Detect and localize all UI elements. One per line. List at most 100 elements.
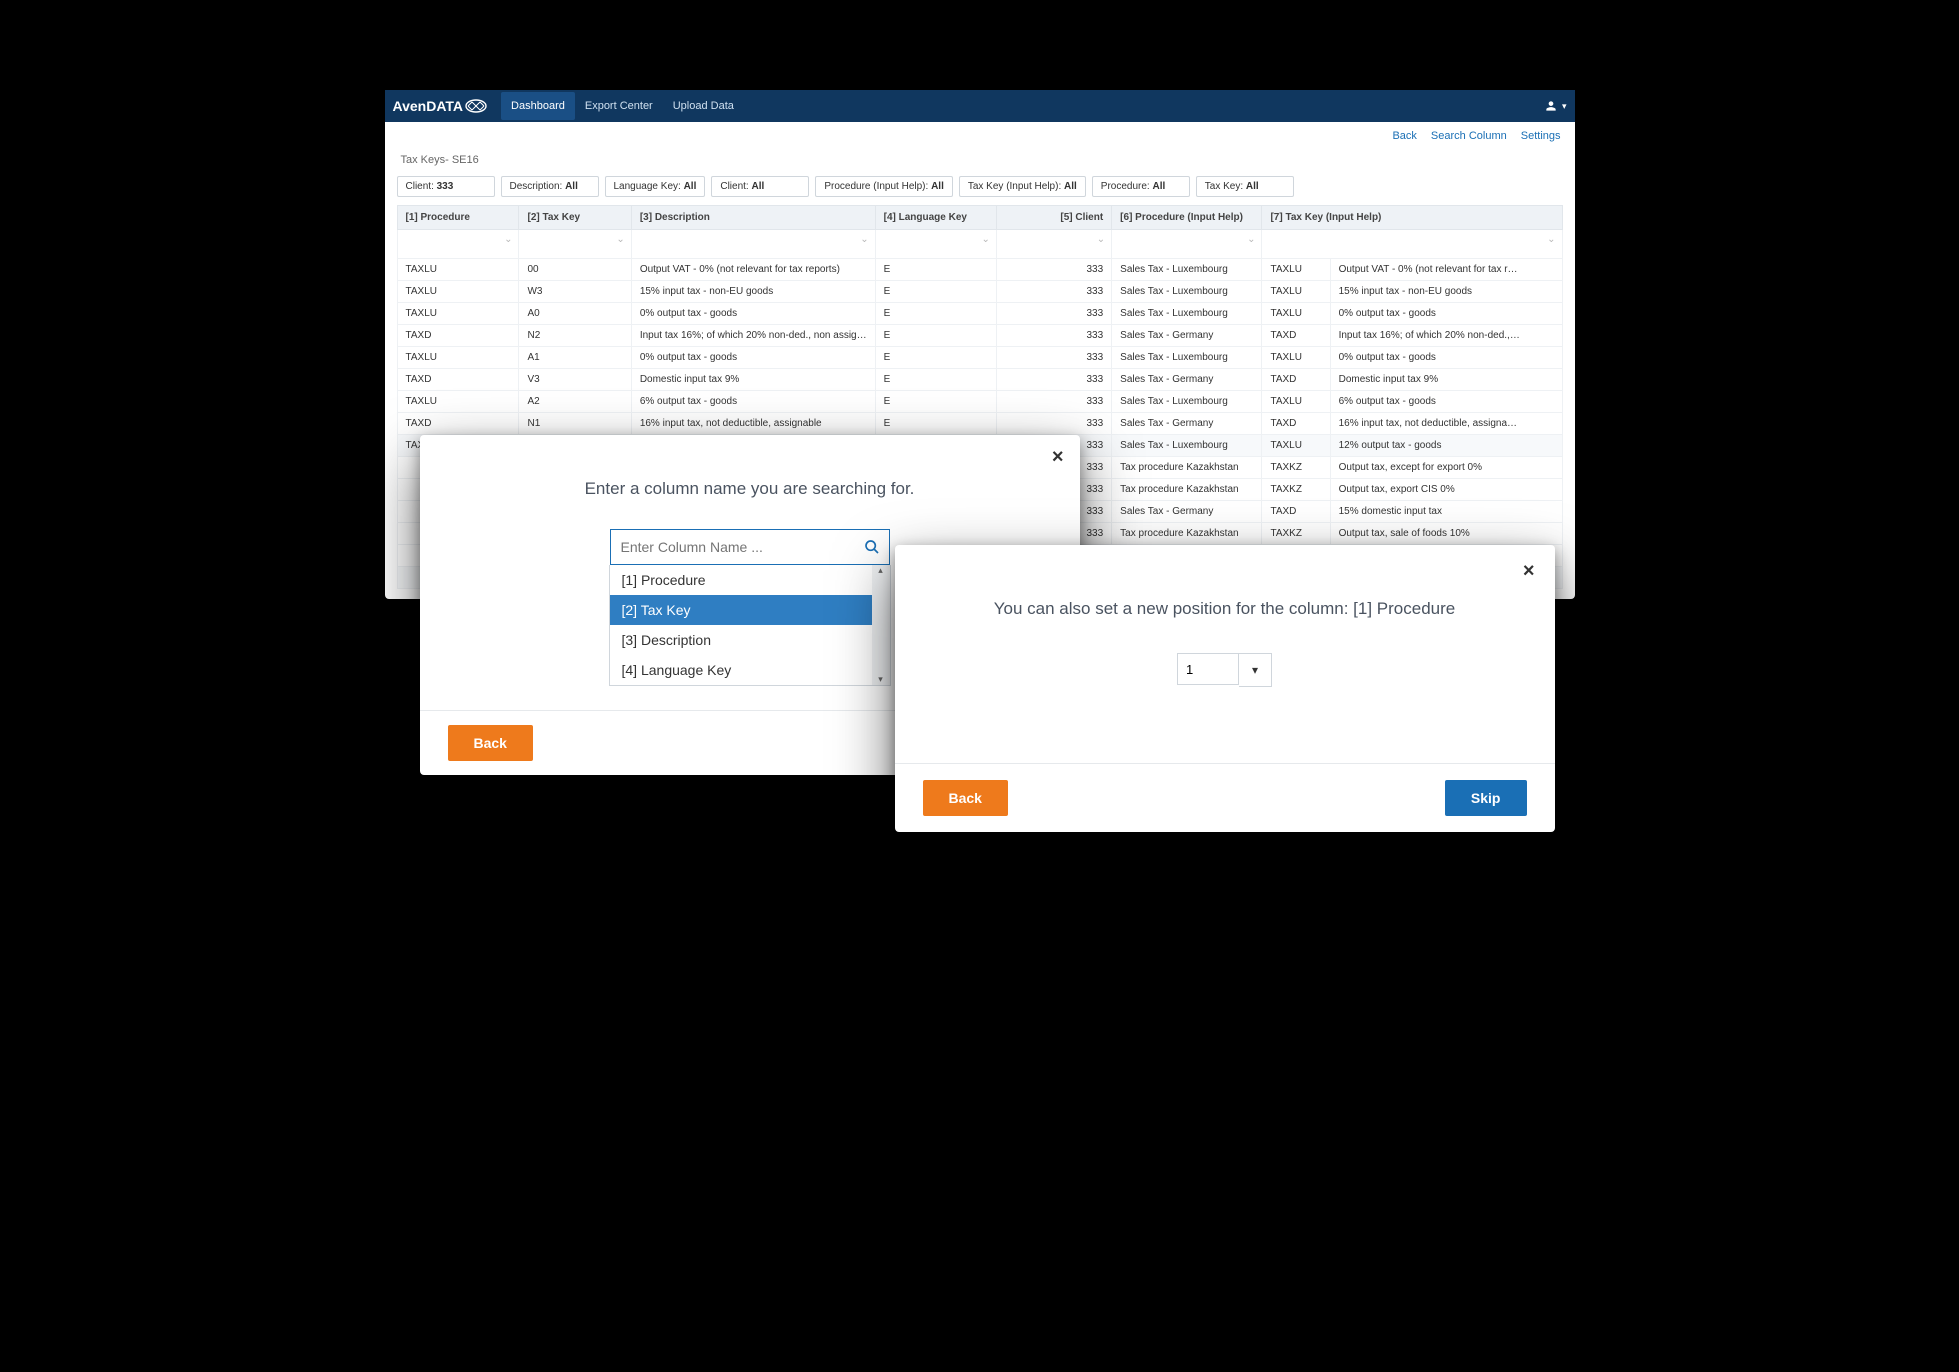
cell-key-help-desc: 12% output tax - goods bbox=[1330, 435, 1562, 457]
filter-label: Description: bbox=[510, 181, 566, 192]
col-header-key-help[interactable]: [7] Tax Key (Input Help) bbox=[1262, 206, 1562, 230]
cell-procedure: TAXLU bbox=[397, 281, 519, 303]
cell-langkey: E bbox=[875, 347, 996, 369]
col-header-description[interactable]: [3] Description bbox=[631, 206, 875, 230]
action-links-bar: Back Search Column Settings bbox=[385, 122, 1575, 150]
table-row[interactable]: TAXDN116% input tax, not deductible, ass… bbox=[397, 413, 1562, 435]
col-header-taxkey[interactable]: [2] Tax Key bbox=[519, 206, 631, 230]
back-button[interactable]: Back bbox=[448, 725, 533, 761]
filter-label: Client: bbox=[406, 181, 437, 192]
dropdown-option[interactable]: [3] Description bbox=[610, 625, 890, 655]
cell-procedure: TAXD bbox=[397, 413, 519, 435]
position-dropdown-button[interactable]: ▾ bbox=[1239, 653, 1272, 687]
table-row[interactable]: TAXLUA26% output tax - goodsE333Sales Ta… bbox=[397, 391, 1562, 413]
dropdown-option[interactable]: [1] Procedure bbox=[610, 565, 890, 595]
filter-chip[interactable]: Procedure (Input Help): All bbox=[815, 176, 953, 197]
filter-chip[interactable]: Procedure: All bbox=[1092, 176, 1190, 197]
cell-taxkey: A0 bbox=[519, 303, 631, 325]
col-filter[interactable]: ⌄ bbox=[875, 230, 996, 259]
caret-down-icon: ▾ bbox=[1562, 101, 1567, 112]
link-settings[interactable]: Settings bbox=[1521, 130, 1561, 142]
top-nav-bar: AvenDATA Dashboard Export Center Upload … bbox=[385, 90, 1575, 122]
filter-value: All bbox=[1064, 181, 1077, 192]
cell-key-help-desc: 15% domestic input tax bbox=[1330, 501, 1562, 523]
close-button[interactable]: × bbox=[1052, 447, 1064, 467]
cell-key-help-desc: Input tax 16%; of which 20% non-ded.,… bbox=[1330, 325, 1562, 347]
cell-langkey: E bbox=[875, 259, 996, 281]
col-header-client[interactable]: [5] Client bbox=[996, 206, 1111, 230]
cell-proc-help: Sales Tax - Luxembourg bbox=[1112, 347, 1262, 369]
column-position-dialog: × You can also set a new position for th… bbox=[895, 545, 1555, 832]
close-button[interactable]: × bbox=[1523, 561, 1535, 581]
table-row[interactable]: TAXLUW315% input tax - non-EU goodsE333S… bbox=[397, 281, 1562, 303]
cell-taxkey: V3 bbox=[519, 369, 631, 391]
filter-value: All bbox=[931, 181, 944, 192]
table-row[interactable]: TAXLU00Output VAT - 0% (not relevant for… bbox=[397, 259, 1562, 281]
filter-chip[interactable]: Tax Key: All bbox=[1196, 176, 1294, 197]
cell-key-help-code: TAXLU bbox=[1262, 259, 1330, 281]
page-breadcrumb: Tax Keys- SE16 bbox=[385, 150, 1575, 176]
cell-taxkey: W3 bbox=[519, 281, 631, 303]
filter-label: Language Key: bbox=[614, 181, 684, 192]
filter-label: Procedure (Input Help): bbox=[824, 181, 931, 192]
brand-logo: AvenDATA bbox=[393, 98, 488, 114]
filter-chip[interactable]: Description: All bbox=[501, 176, 599, 197]
position-input[interactable] bbox=[1177, 653, 1239, 685]
cell-proc-help: Sales Tax - Germany bbox=[1112, 501, 1262, 523]
cell-taxkey: N2 bbox=[519, 325, 631, 347]
funnel-icon: ⌄ bbox=[982, 234, 990, 245]
nav-export-center[interactable]: Export Center bbox=[575, 92, 663, 120]
filter-chip[interactable]: Tax Key (Input Help): All bbox=[959, 176, 1086, 197]
col-filter[interactable]: ⌄ bbox=[996, 230, 1111, 259]
nav-dashboard[interactable]: Dashboard bbox=[501, 92, 575, 120]
funnel-icon: ⌄ bbox=[1247, 234, 1255, 245]
cell-client: 333 bbox=[996, 391, 1111, 413]
col-header-langkey[interactable]: [4] Language Key bbox=[875, 206, 996, 230]
filter-chip[interactable]: Language Key: All bbox=[605, 176, 706, 197]
cell-key-help-code: TAXLU bbox=[1262, 281, 1330, 303]
cell-proc-help: Tax procedure Kazakhstan bbox=[1112, 457, 1262, 479]
column-search-input[interactable] bbox=[610, 529, 890, 565]
col-filter[interactable]: ⌄ bbox=[397, 230, 519, 259]
cell-taxkey: 00 bbox=[519, 259, 631, 281]
cell-procedure: TAXD bbox=[397, 325, 519, 347]
funnel-icon: ⌄ bbox=[860, 234, 868, 245]
col-filter[interactable]: ⌄ bbox=[631, 230, 875, 259]
filter-chip[interactable]: Client: 333 bbox=[397, 176, 495, 197]
cell-proc-help: Sales Tax - Luxembourg bbox=[1112, 435, 1262, 457]
skip-button[interactable]: Skip bbox=[1445, 780, 1527, 816]
user-menu[interactable]: ▾ bbox=[1544, 99, 1567, 113]
cell-procedure: TAXLU bbox=[397, 391, 519, 413]
search-icon[interactable] bbox=[864, 539, 880, 558]
table-row[interactable]: TAXDN2Input tax 16%; of which 20% non-de… bbox=[397, 325, 1562, 347]
back-button[interactable]: Back bbox=[923, 780, 1008, 816]
scroll-down-icon[interactable]: ▾ bbox=[878, 674, 883, 685]
cell-procedure: TAXLU bbox=[397, 303, 519, 325]
cell-key-help-code: TAXD bbox=[1262, 325, 1330, 347]
cell-langkey: E bbox=[875, 281, 996, 303]
col-filter[interactable]: ⌄ bbox=[1262, 230, 1562, 259]
cell-proc-help: Tax procedure Kazakhstan bbox=[1112, 479, 1262, 501]
cell-description: Input tax 16%; of which 20% non-ded., no… bbox=[631, 325, 875, 347]
col-filter[interactable]: ⌄ bbox=[519, 230, 631, 259]
nav-upload-data[interactable]: Upload Data bbox=[663, 92, 744, 120]
table-row[interactable]: TAXDV3Domestic input tax 9%E333Sales Tax… bbox=[397, 369, 1562, 391]
cell-langkey: E bbox=[875, 391, 996, 413]
cell-taxkey: A2 bbox=[519, 391, 631, 413]
table-row[interactable]: TAXLUA00% output tax - goodsE333Sales Ta… bbox=[397, 303, 1562, 325]
dropdown-option[interactable]: [4] Language Key bbox=[610, 655, 890, 685]
filter-value: All bbox=[1246, 181, 1259, 192]
scroll-up-icon[interactable]: ▴ bbox=[878, 565, 883, 576]
cell-procedure: TAXLU bbox=[397, 347, 519, 369]
link-search-column[interactable]: Search Column bbox=[1431, 130, 1507, 142]
cell-key-help-code: TAXLU bbox=[1262, 303, 1330, 325]
link-back[interactable]: Back bbox=[1392, 130, 1416, 142]
cell-proc-help: Sales Tax - Germany bbox=[1112, 413, 1262, 435]
dropdown-option[interactable]: [2] Tax Key bbox=[610, 595, 890, 625]
col-header-procedure[interactable]: [1] Procedure bbox=[397, 206, 519, 230]
filter-chip[interactable]: Client: All bbox=[711, 176, 809, 197]
col-header-proc-help[interactable]: [6] Procedure (Input Help) bbox=[1112, 206, 1262, 230]
col-filter[interactable]: ⌄ bbox=[1112, 230, 1262, 259]
scrollbar[interactable]: ▴▾ bbox=[872, 565, 890, 685]
table-row[interactable]: TAXLUA10% output tax - goodsE333Sales Ta… bbox=[397, 347, 1562, 369]
